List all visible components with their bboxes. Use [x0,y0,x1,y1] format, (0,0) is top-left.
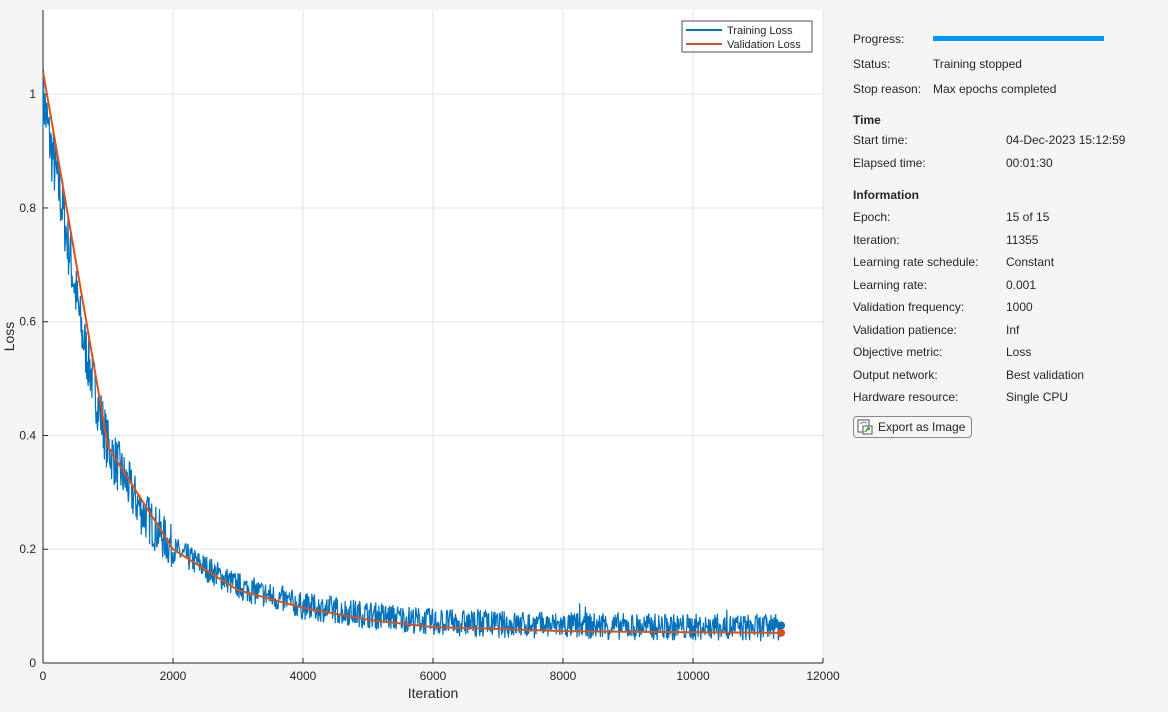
y-tick-label: 0.4 [19,428,36,442]
x-tick-label: 8000 [550,669,577,683]
progress-fill [933,36,1104,41]
progress-bar [933,36,1104,41]
validation-loss-point [777,628,786,637]
x-tick-label: 10000 [676,669,710,683]
legend-label: Training Loss [727,25,793,37]
info-label: Learning rate schedule: [853,255,979,269]
info-label: Iteration: [853,232,900,247]
info-label: Hardware resource: [853,390,959,404]
export-image-icon [857,419,873,435]
info-label: Objective metric: [853,345,943,359]
status-value: Training stopped [933,57,1022,71]
status-label: Status: [853,57,891,71]
info-value: 15 of 15 [1006,210,1050,224]
info-value: Best validation [1006,367,1085,382]
progress-label: Progress: [853,32,905,46]
loss-chart: 0 2000 4000 6000 8000 10000 12000 0 0.2 0.4 0.6 0.8… [1,10,840,701]
time-heading: Time [853,113,881,127]
start-time-value: 04-Dec-2023 15:12:59 [1006,133,1126,147]
info-value: Inf [1006,322,1020,337]
info-value: Constant [1006,255,1055,269]
legend: Training Loss Validation Loss [681,20,813,53]
elapsed-time-value: 00:01:30 [1006,156,1053,170]
x-tick-label: 4000 [290,669,317,683]
stop-reason-value: Max epochs completed [933,82,1057,96]
y-tick-label: 0.6 [19,315,36,329]
info-label: Learning rate: [853,277,928,292]
y-tick-label: 0.8 [19,201,36,215]
y-tick-label: 1 [29,87,36,101]
x-axis-label: Iteration [408,685,459,701]
information-heading: Information [853,188,919,202]
y-tick-label: 0.2 [19,542,36,556]
info-value: 11355 [1006,232,1039,247]
info-value: 1000 [1006,300,1033,314]
info-value: 0.001 [1006,277,1037,292]
info-value: Single CPU [1006,390,1069,404]
y-tick-label: 0 [29,656,36,670]
stop-reason-label: Stop reason: [853,82,922,96]
info-label: Output network: [853,367,938,382]
y-axis-label: Loss [1,322,17,352]
x-tick-label: 0 [40,669,47,683]
start-time-label: Start time: [853,133,908,147]
training-loss-final-marker [777,621,786,630]
legend-label: Validation Loss [727,39,801,51]
export-as-image-button[interactable]: Export as Image [853,416,973,438]
x-tick-label: 12000 [806,669,840,683]
info-label: Validation frequency: [853,300,965,314]
export-label: Export as Image [878,420,966,434]
info-label: Validation patience: [853,322,957,337]
x-tick-label: 2000 [160,669,187,683]
elapsed-time-label: Elapsed time: [853,156,926,170]
info-value: Loss [1006,345,1032,359]
x-tick-label: 6000 [420,669,447,683]
info-label: Epoch: [853,210,891,224]
